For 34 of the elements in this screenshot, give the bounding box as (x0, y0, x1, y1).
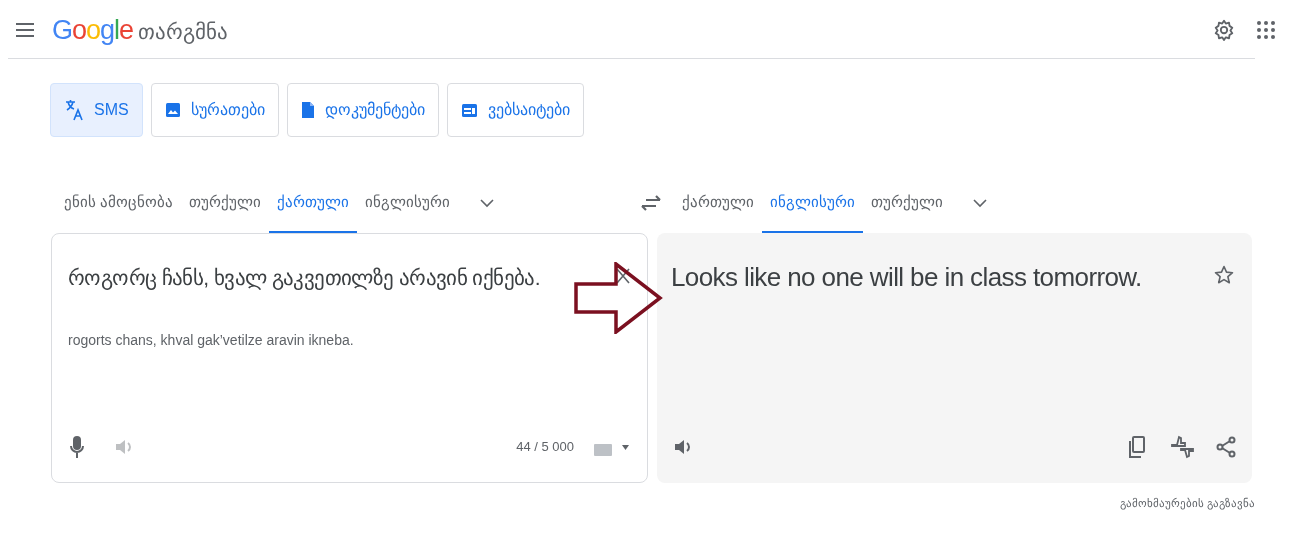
chevron-down-icon[interactable] (480, 198, 495, 208)
transliteration: rogorts chans, khval gak’vetilze aravin ikneba. (68, 331, 355, 350)
copy-icon[interactable] (1128, 436, 1146, 458)
clear-icon[interactable] (616, 268, 630, 284)
language-tab[interactable]: ქართული (674, 173, 762, 233)
translation-text: Looks like no one will be in class tomorrow. (671, 261, 1142, 294)
speaker-icon[interactable] (673, 437, 693, 457)
language-tab[interactable]: თურქული (181, 173, 270, 233)
mode-tab[interactable]: SMS (50, 83, 143, 137)
translate-icon (64, 99, 84, 121)
image-icon (164, 102, 181, 118)
website-icon (460, 102, 478, 118)
source-text[interactable]: როგორც ჩანს, ხვალ გაკვეთილზე არავინ იქნება. (68, 260, 541, 296)
menu-icon[interactable] (16, 23, 34, 37)
share-icon[interactable] (1216, 436, 1236, 458)
language-tab[interactable]: თურქული (863, 173, 951, 233)
google-logo[interactable]: Google (52, 9, 134, 51)
mode-tab[interactable]: სურათები (150, 83, 279, 137)
language-tab[interactable]: ენის ამოცნობა (56, 173, 182, 233)
product-name: თარგმნა (138, 18, 229, 46)
dropdown-icon[interactable] (622, 444, 629, 450)
apps-grid-icon[interactable] (1257, 21, 1275, 39)
language-tab[interactable]: ინგლისური (357, 173, 459, 233)
mode-tab[interactable]: ვებსაიტები (446, 83, 584, 137)
thumbs-up-down-icon[interactable] (1170, 434, 1196, 460)
microphone-icon[interactable] (70, 435, 84, 459)
chevron-down-icon[interactable] (973, 198, 987, 208)
settings-icon[interactable] (1213, 19, 1235, 41)
send-feedback-link[interactable]: გამოხმაურების გაგზავნა (1119, 495, 1255, 512)
star-icon[interactable] (1214, 265, 1234, 285)
mode-tab[interactable]: დოკუმენტები (286, 83, 439, 137)
swap-languages-icon[interactable] (641, 195, 661, 211)
character-count: 44 / 5 000 (516, 438, 574, 457)
document-icon (300, 101, 315, 119)
